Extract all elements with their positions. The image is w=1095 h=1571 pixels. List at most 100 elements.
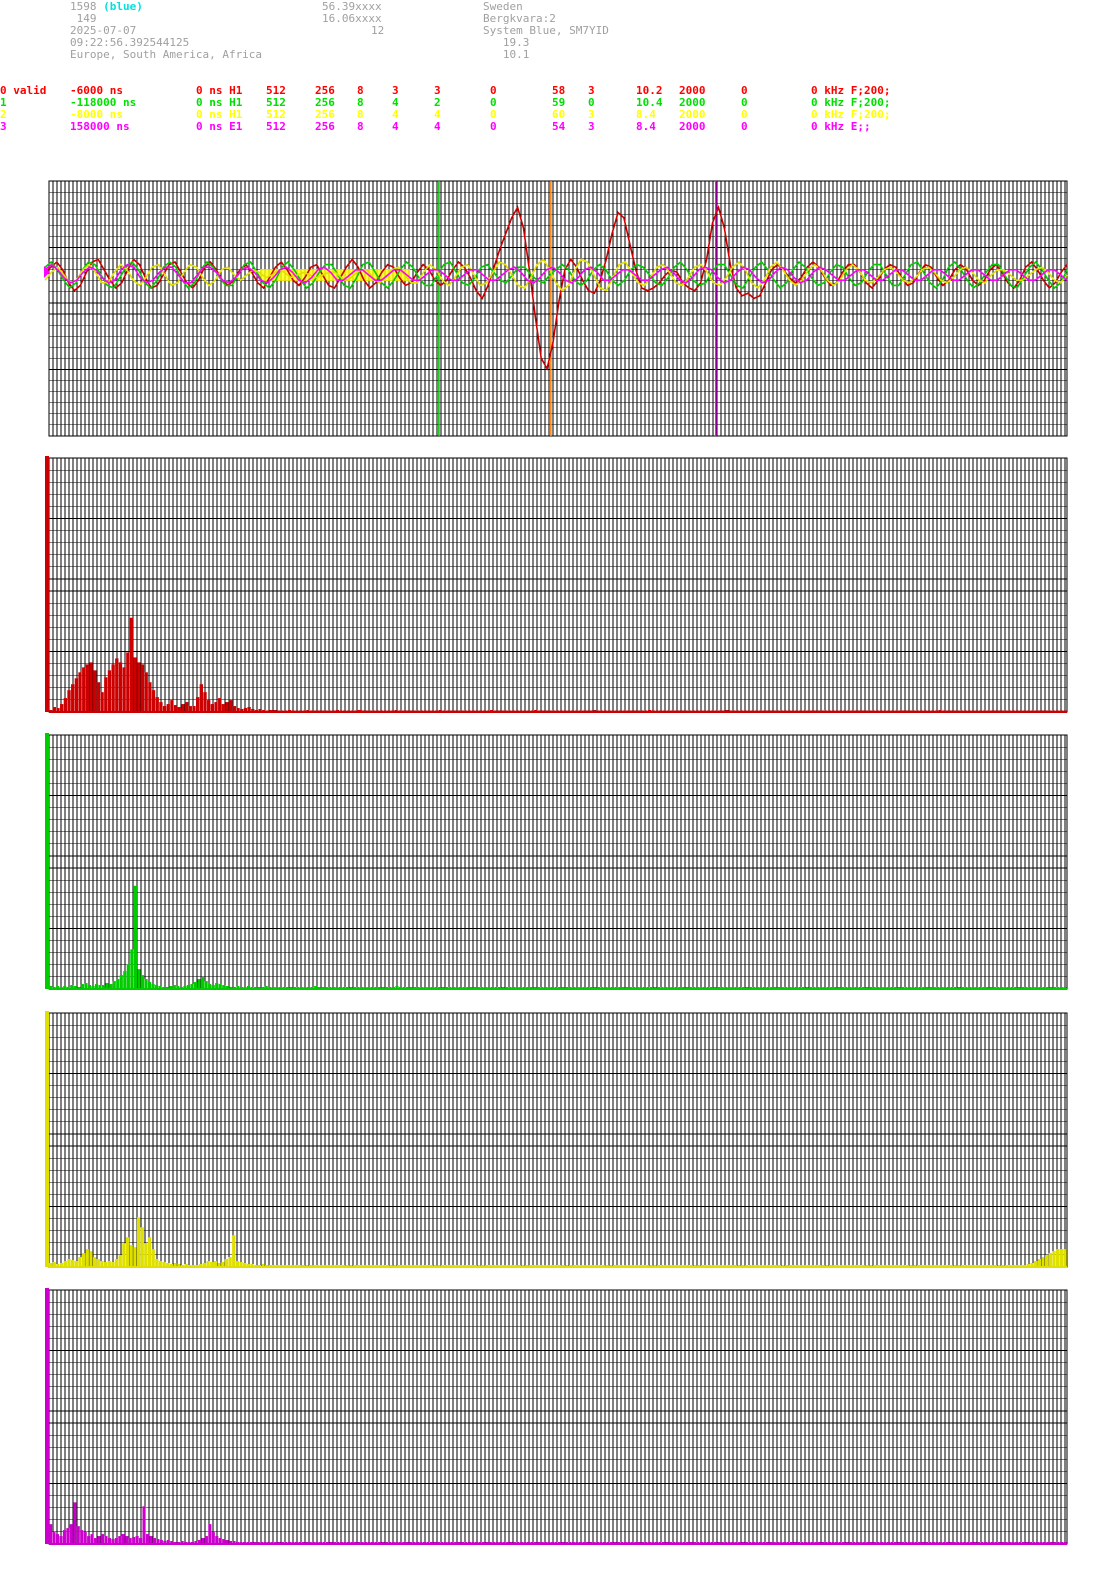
bar [85, 1249, 89, 1267]
bar [140, 975, 145, 989]
bar [214, 702, 218, 712]
bars [49, 1502, 1067, 1545]
channel-row: 0 valid -6000 ns 0 ns H1 512 256 8 3 3 0 58 3 10.2 2… [0, 85, 1095, 97]
bar [225, 702, 229, 712]
bar [133, 885, 138, 989]
bar [166, 704, 170, 712]
bar [115, 658, 119, 712]
bar [218, 698, 222, 712]
bar [1063, 1249, 1067, 1267]
bar [184, 702, 189, 712]
bar [144, 1243, 148, 1267]
bar [92, 1257, 97, 1267]
bar [137, 969, 141, 989]
bar [133, 657, 137, 712]
grid [48, 734, 1068, 990]
bar [73, 1502, 77, 1544]
bar [159, 702, 163, 712]
channel-cell: 0 kHz E;; [811, 120, 871, 133]
bar [173, 705, 178, 712]
bar [81, 1253, 86, 1267]
bar [89, 662, 93, 712]
axis-bar [45, 1288, 49, 1544]
bar [155, 1259, 159, 1267]
bar [125, 1237, 130, 1267]
grid [48, 1012, 1068, 1268]
bar [130, 949, 134, 989]
channel-row: 3 158000 ns 0 ns E1 512 256 8 4 4 0 54 3 8.4 2000 0 0 … [0, 121, 1095, 133]
channel-cell: 3 [588, 120, 595, 133]
bar [1059, 1249, 1063, 1267]
bar [69, 1524, 73, 1544]
bar [55, 1534, 60, 1544]
waveform-chart [44, 180, 1068, 437]
bar [1048, 1253, 1052, 1267]
bar [210, 704, 215, 712]
grid [48, 457, 1068, 713]
bar [52, 1532, 56, 1544]
bar [125, 1536, 129, 1544]
bar [104, 1536, 108, 1544]
spectrum-chart-1 [45, 733, 1068, 990]
bar [203, 692, 207, 712]
bar [232, 1235, 236, 1267]
channel-cell: 512 [266, 120, 286, 133]
spectrum-chart-2 [45, 1011, 1068, 1268]
channel-row: 2 -8000 ns 0 ns H1 512 256 8 4 4 0 60 3 8.4 2000 0 0 k… [0, 109, 1095, 121]
bar [204, 1536, 208, 1544]
bar [107, 670, 112, 712]
bar [151, 690, 156, 712]
header-col3: Sweden Bergkvara:2 System Blue, SM7YID 1… [483, 1, 609, 61]
bar [193, 982, 198, 989]
bar [116, 979, 120, 989]
bar [89, 1251, 93, 1268]
bar [59, 1536, 63, 1544]
bar [83, 1532, 87, 1544]
bar [119, 975, 123, 989]
bars [49, 885, 1067, 989]
bar [1037, 1259, 1042, 1267]
channel-cell: 8 [357, 120, 364, 133]
bar [118, 1255, 122, 1267]
axis-bar [45, 1011, 49, 1267]
bar [96, 682, 101, 712]
bar [149, 1536, 153, 1544]
bar [147, 982, 152, 989]
bar [136, 1217, 141, 1267]
bar [66, 1528, 70, 1545]
bar [62, 1530, 66, 1544]
bar [204, 981, 208, 989]
bar [140, 664, 145, 713]
bar [196, 697, 200, 712]
bar [60, 704, 64, 712]
bar [82, 667, 86, 712]
bar [80, 1530, 84, 1544]
axis-bar [45, 733, 49, 989]
bar [229, 700, 233, 712]
bar [211, 1532, 215, 1544]
bar [224, 1259, 229, 1267]
bar [122, 1243, 126, 1267]
bars [49, 1217, 1067, 1268]
bar [1045, 1255, 1049, 1267]
bar [123, 971, 127, 989]
bar [96, 1259, 100, 1267]
bar [129, 617, 134, 712]
bar [67, 690, 71, 712]
bar [132, 1537, 136, 1544]
header-value-b: 10.1 [483, 48, 530, 61]
bar [181, 704, 185, 712]
axis-bar [45, 456, 49, 712]
channel-cell: 158000 ns [70, 120, 130, 133]
channel-cell: 256 [315, 120, 335, 133]
bar [1052, 1251, 1056, 1268]
bar [129, 1245, 133, 1267]
bar [137, 662, 141, 712]
channel-cell: 0 [490, 120, 497, 133]
bar [197, 979, 201, 989]
bar [200, 977, 205, 989]
header-col1: 1598 (blue) 149 2025-07-07 09:22:56.3925… [70, 1, 262, 61]
bar [100, 1534, 105, 1544]
channel-cell: 2000 [679, 120, 706, 133]
bar [49, 1524, 53, 1544]
